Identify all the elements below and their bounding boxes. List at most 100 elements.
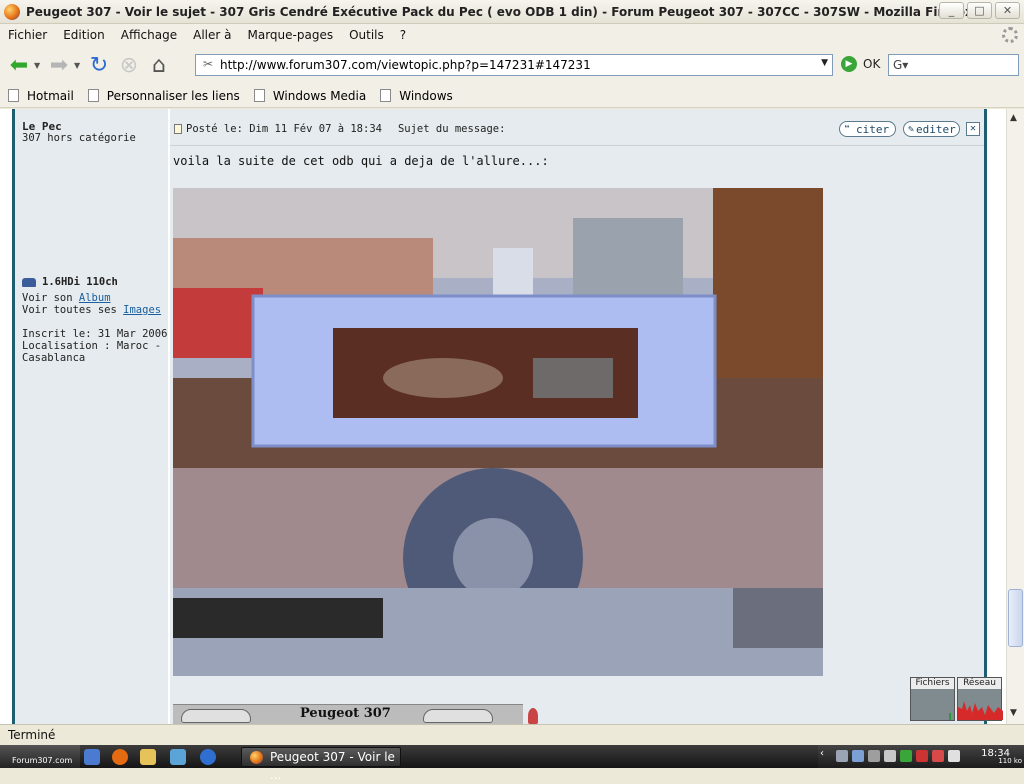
files-sparkline: [949, 713, 951, 720]
menu-marque-pages[interactable]: Marque-pages: [240, 28, 342, 42]
go-icon: ▶: [841, 56, 857, 72]
firefox-icon: [4, 3, 20, 20]
images-link[interactable]: Images: [123, 304, 161, 316]
network-icon[interactable]: [852, 750, 864, 762]
home-icon[interactable]: ⌂: [144, 51, 174, 79]
tray-expand-icon[interactable]: ‹: [820, 748, 832, 760]
vertical-scrollbar[interactable]: ▲ ▼: [1006, 109, 1024, 724]
scrollbar-thumb[interactable]: [1008, 589, 1023, 647]
folder-icon[interactable]: [140, 749, 156, 765]
window-controls: _ □ ✕: [939, 2, 1020, 19]
car-icon: [22, 277, 36, 287]
user-icon[interactable]: [836, 750, 848, 762]
car-image-icon: [423, 709, 493, 723]
reload-icon[interactable]: ↻: [84, 51, 114, 79]
post-date: Posté le: Dim 11 Fév 07 à 18:34: [186, 123, 382, 135]
menu-edition[interactable]: Edition: [55, 28, 113, 42]
firefox-quicklaunch-icon[interactable]: [112, 749, 128, 765]
bookmark-label: Windows Media: [272, 88, 367, 103]
page-icon: [87, 89, 99, 102]
firefox-window: Peugeot 307 - Voir le sujet - 307 Gris C…: [0, 0, 1024, 782]
taskbar-firefox-item[interactable]: Peugeot 307 - Voir le ...: [241, 747, 401, 782]
images-line: Voir toutes ses Images: [22, 304, 161, 316]
menu-outils[interactable]: Outils: [341, 28, 392, 42]
minimize-button[interactable]: _: [939, 2, 964, 19]
images-prefix: Voir toutes ses: [22, 304, 124, 316]
quote-label: citer: [856, 122, 890, 136]
windows-icon[interactable]: [84, 749, 100, 765]
delete-button[interactable]: ✕: [966, 122, 980, 136]
start-label: Forum307.com: [12, 756, 73, 765]
header-separator: [170, 145, 984, 146]
album-line: Voir son Album: [22, 292, 111, 304]
forward-dropdown-icon[interactable]: ▼: [74, 61, 84, 70]
system-tray: ‹ 18:34 110 ko: [818, 745, 1024, 768]
messenger-icon[interactable]: [170, 749, 186, 765]
bookmark-windows[interactable]: Windows: [380, 89, 453, 103]
forum-border: [984, 109, 987, 724]
network-monitor: Fichiers Réseau: [910, 677, 1003, 721]
settings-icon[interactable]: [868, 750, 880, 762]
join-date: Inscrit le: 31 Mar 2006: [22, 328, 168, 340]
menu-aller-a[interactable]: Aller à: [185, 28, 239, 42]
antivirus-icon[interactable]: [916, 750, 928, 762]
bookmark-windows-media[interactable]: Windows Media: [253, 88, 367, 103]
album-link[interactable]: Album: [79, 292, 111, 304]
post-photo: [173, 188, 823, 676]
edit-button[interactable]: ✎ editer: [903, 121, 960, 137]
address-url[interactable]: http://www.forum307.com/viewtopic.php?p=…: [220, 58, 591, 72]
bookmark-label: Personnaliser les liens: [106, 88, 240, 103]
taskbar-item-label: Peugeot 307 - Voir le ...: [270, 750, 395, 782]
author-rank: 307 hors catégorie: [22, 132, 136, 144]
post-icon: [174, 124, 182, 134]
menu-help[interactable]: ?: [392, 28, 414, 42]
scroll-down-icon[interactable]: ▼: [1010, 708, 1017, 718]
edit-label: editer: [916, 122, 956, 136]
network-speed: 110 ko: [998, 757, 1022, 765]
page-favicon-icon: ✂: [202, 57, 214, 71]
signature-banner: Peugeot 307: [173, 704, 523, 724]
menu-fichier[interactable]: Fichier: [0, 28, 55, 42]
album-prefix: Voir son: [22, 292, 79, 304]
mascot-icon: [528, 708, 538, 724]
stop-icon[interactable]: ⊗: [114, 51, 144, 79]
display-icon[interactable]: [948, 750, 960, 762]
volume-icon[interactable]: [884, 750, 896, 762]
menu-bar: Fichier Edition Affichage Aller à Marque…: [0, 24, 1024, 46]
forward-arrow-icon[interactable]: ➡: [44, 51, 74, 79]
go-label: OK: [863, 57, 881, 71]
author-car: 1.6HDi 110ch: [22, 276, 118, 288]
address-bar[interactable]: ✂ http://www.forum307.com/viewtopic.php?…: [195, 54, 833, 76]
window-title: Peugeot 307 - Voir le sujet - 307 Gris C…: [26, 4, 973, 19]
back-dropdown-icon[interactable]: ▼: [34, 61, 44, 70]
network-sparkline: [958, 701, 1003, 720]
chevron-down-icon[interactable]: ▼: [821, 58, 828, 68]
quote-button[interactable]: ❝ citer: [839, 121, 896, 137]
post-message: voila la suite de cet odb qui a deja de …: [173, 154, 549, 168]
back-arrow-icon[interactable]: ⬅: [4, 51, 34, 79]
navigation-toolbar: ⬅ ▼ ➡ ▼ ↻ ⊗ ⌂ ✂ http://www.forum307.com/…: [0, 46, 1024, 84]
bookmark-personnaliser[interactable]: Personnaliser les liens: [87, 88, 240, 103]
files-graph: Fichiers: [910, 677, 955, 721]
taskbar: Forum307.com Peugeot 307 - Voir le ... ‹…: [0, 745, 1024, 782]
page-content: Le Pec 307 hors catégorie 1.6HDi 110ch V…: [0, 109, 1006, 724]
page-icon: [380, 89, 392, 102]
banner-title: Peugeot 307: [300, 706, 391, 721]
media-player-icon[interactable]: [200, 749, 216, 765]
quote-icon: ❝: [844, 123, 851, 135]
go-button[interactable]: ▶ OK: [841, 56, 880, 72]
play-icon[interactable]: [900, 750, 912, 762]
scroll-up-icon[interactable]: ▲: [1010, 113, 1017, 123]
menu-affichage[interactable]: Affichage: [113, 28, 185, 42]
post-author-panel: Le Pec 307 hors catégorie 1.6HDi 110ch V…: [15, 109, 168, 724]
start-button[interactable]: Forum307.com: [0, 745, 80, 768]
bookmark-hotmail[interactable]: Hotmail: [8, 89, 74, 103]
network-graph: Réseau: [957, 677, 1003, 721]
maximize-button[interactable]: □: [967, 2, 992, 19]
location-line-1: Localisation : Maroc -: [22, 340, 162, 352]
car-model: 1.6HDi 110ch: [42, 276, 118, 288]
search-input[interactable]: G▾: [888, 54, 1019, 76]
page-icon: [8, 89, 19, 102]
alert-icon[interactable]: [932, 750, 944, 762]
close-button[interactable]: ✕: [995, 2, 1020, 19]
